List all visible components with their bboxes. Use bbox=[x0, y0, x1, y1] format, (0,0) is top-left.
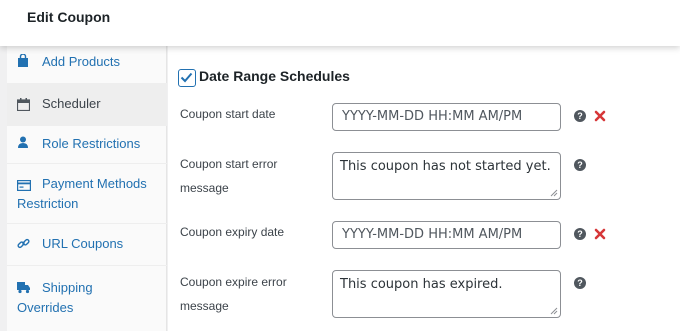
start-error-label-line2: message bbox=[180, 181, 229, 195]
sidebar-item-label-line2: Overrides bbox=[17, 300, 74, 315]
start-date-input[interactable]: YYYY-MM-DD HH:MM AM/PM bbox=[332, 103, 561, 131]
expire-error-label: Coupon expire error bbox=[180, 275, 287, 289]
sidebar-item-label: Role Restrictions bbox=[42, 136, 141, 151]
sidebar-item-shipping-overrides[interactable]: Shipping Overrides bbox=[7, 266, 167, 331]
sidebar-item-label: URL Coupons bbox=[42, 236, 124, 251]
start-error-textarea[interactable]: This coupon has not started yet. bbox=[332, 152, 561, 200]
expire-error-label-line2: message bbox=[180, 299, 229, 313]
expire-error-text: This coupon has expired. bbox=[340, 277, 503, 292]
expiry-date-label: Coupon expiry date bbox=[180, 225, 285, 239]
sidebar-item-add-products[interactable]: Add Products bbox=[7, 46, 167, 84]
resize-grip-icon[interactable] bbox=[550, 189, 558, 197]
clear-start-date-icon[interactable] bbox=[594, 109, 606, 122]
checkmark-icon bbox=[180, 72, 193, 83]
sidebar-item-label-line1: Shipping bbox=[42, 280, 93, 295]
start-error-label: Coupon start error bbox=[180, 157, 278, 171]
page-title: Edit Coupon bbox=[27, 9, 111, 25]
calendar-icon bbox=[16, 98, 31, 112]
sidebar-item-url-coupons[interactable]: URL Coupons bbox=[7, 224, 167, 266]
help-icon[interactable]: ? bbox=[574, 277, 586, 289]
sidebar-item-scheduler[interactable]: Scheduler bbox=[7, 84, 167, 126]
help-icon[interactable]: ? bbox=[574, 159, 586, 171]
sidebar-item-role-restrictions[interactable]: Role Restrictions bbox=[7, 126, 167, 164]
sidebar-item-label-line1: Payment Methods bbox=[42, 176, 147, 191]
sidebar-item-label-line2: Restriction bbox=[17, 196, 79, 211]
coupon-data-tabs: Add Products Scheduler Role Restrictions… bbox=[7, 46, 167, 331]
start-date-label: Coupon start date bbox=[180, 107, 276, 121]
help-icon[interactable]: ? bbox=[574, 110, 586, 122]
resize-grip-icon[interactable] bbox=[550, 307, 558, 315]
expire-error-textarea[interactable]: This coupon has expired. bbox=[332, 270, 561, 318]
sidebar-item-label: Add Products bbox=[42, 54, 121, 69]
user-icon bbox=[17, 136, 31, 150]
sidebar-item-label: Scheduler bbox=[42, 96, 101, 111]
sidebar-item-payment-methods[interactable]: Payment Methods Restriction bbox=[7, 164, 167, 224]
bag-icon bbox=[17, 53, 31, 68]
scheduler-panel: Date Range Schedules Coupon start date Y… bbox=[168, 46, 680, 331]
start-error-text: This coupon has not started yet. bbox=[340, 159, 551, 174]
truck-icon bbox=[17, 280, 31, 294]
section-title: Date Range Schedules bbox=[199, 68, 350, 84]
clear-expiry-date-icon[interactable] bbox=[594, 227, 606, 240]
help-icon[interactable]: ? bbox=[574, 228, 586, 240]
expiry-date-input[interactable]: YYYY-MM-DD HH:MM AM/PM bbox=[332, 221, 561, 249]
link-icon bbox=[17, 237, 31, 251]
credit-card-icon bbox=[17, 178, 32, 192]
date-range-checkbox[interactable] bbox=[178, 69, 196, 87]
page-header: Edit Coupon bbox=[0, 0, 680, 46]
